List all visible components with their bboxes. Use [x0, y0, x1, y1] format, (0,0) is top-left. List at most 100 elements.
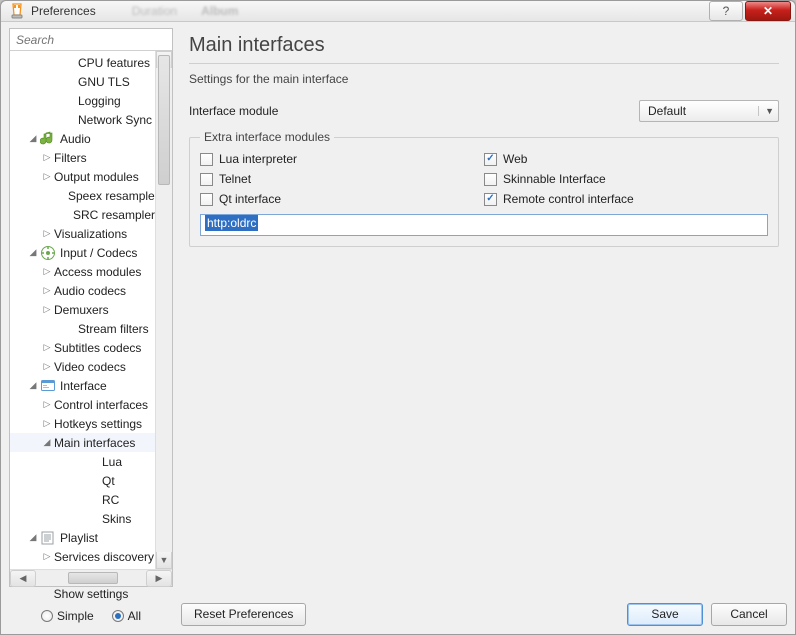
caret-right-icon: ▷	[42, 228, 52, 239]
caret-right-icon: ▷	[42, 399, 52, 410]
tree-item[interactable]: GNU TLS	[10, 72, 155, 91]
radio-all[interactable]: All	[112, 609, 141, 623]
tree-item-label: Main interfaces	[54, 436, 135, 450]
tree-item[interactable]: SRC resampler	[10, 205, 155, 224]
settings-tree[interactable]: CPU features GNU TLS Logging Network Sync ◢ A…	[10, 51, 155, 569]
tree-item[interactable]: ▷Services discovery	[10, 547, 155, 566]
checkbox-option[interactable]: Telnet	[200, 172, 484, 186]
tree-item-label: Stream filters	[78, 322, 149, 336]
close-button[interactable]: ✕	[745, 1, 791, 21]
interface-module-dropdown[interactable]: Default ▼	[639, 100, 779, 122]
tree-item[interactable]: Skins	[10, 509, 155, 528]
tree-item[interactable]: ▷Output modules	[10, 167, 155, 186]
dropdown-value: Default	[648, 104, 686, 118]
checkbox-label: Qt interface	[219, 192, 281, 206]
vertical-scrollbar[interactable]: ▲ ▼	[155, 51, 172, 569]
caret-right-icon: ▷	[42, 266, 52, 277]
tree-item[interactable]: ▷Visualizations	[10, 224, 155, 243]
reset-preferences-button[interactable]: Reset Preferences	[181, 603, 306, 626]
tree-item-label: Visualizations	[54, 227, 127, 241]
checkbox-option[interactable]: Web	[484, 152, 768, 166]
tree-item-label: Hotkeys settings	[54, 417, 142, 431]
tree-item[interactable]: ◢Interface	[10, 376, 155, 395]
extra-modules-input[interactable]: http:oldrc	[200, 214, 768, 236]
tree-item-label: Qt	[102, 474, 115, 488]
tree-item-label: Output modules	[54, 170, 139, 184]
tree-item[interactable]: Logging	[10, 91, 155, 110]
search-input[interactable]	[10, 29, 172, 51]
tree-item-label: Audio	[60, 132, 91, 146]
tree-item[interactable]: ▷Video codecs	[10, 357, 155, 376]
horizontal-scrollbar[interactable]: ◀ ▶	[10, 569, 172, 586]
checkbox-option[interactable]: Skinnable Interface	[484, 172, 768, 186]
scroll-right-icon[interactable]: ▶	[146, 570, 172, 587]
cancel-button[interactable]: Cancel	[711, 603, 787, 626]
bg-text: Duration	[132, 4, 177, 18]
scroll-down-icon[interactable]: ▼	[156, 552, 172, 569]
caret-right-icon: ▷	[42, 171, 52, 182]
tree-item[interactable]: Network Sync	[10, 110, 155, 129]
tree-item[interactable]: Qt	[10, 471, 155, 490]
tree-item-label: Logging	[78, 94, 121, 108]
tree-item[interactable]: Stream filters	[10, 319, 155, 338]
save-button[interactable]: Save	[627, 603, 703, 626]
tree-item[interactable]: ▷Subtitles codecs	[10, 338, 155, 357]
radio-icon	[41, 610, 53, 622]
caret-right-icon: ▷	[42, 152, 52, 163]
tree-item[interactable]: RC	[10, 490, 155, 509]
chevron-down-icon: ▼	[758, 106, 774, 116]
input-selected-text: http:oldrc	[205, 215, 258, 231]
tree-item[interactable]: ▷Demuxers	[10, 300, 155, 319]
tree-item[interactable]: ▷Filters	[10, 148, 155, 167]
tree-item[interactable]: Lua	[10, 452, 155, 471]
tree-item-label: RC	[102, 493, 119, 507]
radio-label: All	[128, 609, 141, 623]
tree-item-label: Audio codecs	[54, 284, 126, 298]
caret-down-icon: ◢	[42, 437, 52, 448]
help-button[interactable]: ?	[709, 1, 743, 21]
tree-item-label: Speex resampler	[68, 189, 155, 203]
tree-item-label: Access modules	[54, 265, 141, 279]
caret-right-icon: ▷	[42, 551, 52, 562]
scroll-left-icon[interactable]: ◀	[10, 570, 36, 587]
tree-item[interactable]: ◢Input / Codecs	[10, 243, 155, 262]
tree-item[interactable]: ◢Playlist	[10, 528, 155, 547]
tree-item[interactable]: ▷Audio codecs	[10, 281, 155, 300]
checkbox-option[interactable]: Lua interpreter	[200, 152, 484, 166]
radio-label: Simple	[57, 609, 94, 623]
tree-item[interactable]: ▷Access modules	[10, 262, 155, 281]
hscroll-thumb[interactable]	[68, 572, 118, 584]
caret-down-icon: ◢	[28, 133, 38, 144]
tree-item-label: Playlist	[60, 531, 98, 545]
tree-item-label: GNU TLS	[78, 75, 130, 89]
tree-item-label: Filters	[54, 151, 87, 165]
audio-icon	[40, 131, 56, 147]
tree-item-label: Video codecs	[54, 360, 126, 374]
tree-item[interactable]: CPU features	[10, 53, 155, 72]
app-icon	[9, 3, 25, 19]
checkbox-option[interactable]: Remote control interface	[484, 192, 768, 206]
divider	[189, 63, 779, 64]
tree-item[interactable]: ◢Main interfaces	[10, 433, 155, 452]
checkbox-checked-icon	[484, 193, 497, 206]
caret-right-icon: ▷	[42, 285, 52, 296]
tree-item[interactable]: ▷Hotkeys settings	[10, 414, 155, 433]
radio-icon	[112, 610, 124, 622]
checkbox-unchecked-icon	[200, 193, 213, 206]
checkbox-label: Skinnable Interface	[503, 172, 606, 186]
playlist-icon	[40, 530, 56, 546]
tree-item-label: Demuxers	[54, 303, 109, 317]
checkbox-label: Remote control interface	[503, 192, 634, 206]
sidebar: CPU features GNU TLS Logging Network Sync ◢ A…	[9, 28, 173, 587]
checkbox-label: Lua interpreter	[219, 152, 297, 166]
tree-item[interactable]: ◢ Audio	[10, 129, 155, 148]
tree-item[interactable]: ▷Control interfaces	[10, 395, 155, 414]
caret-right-icon: ▷	[42, 361, 52, 372]
checkbox-option[interactable]: Qt interface	[200, 192, 484, 206]
tree-item-label: SRC resampler	[73, 208, 155, 222]
scroll-thumb[interactable]	[158, 55, 170, 185]
tree-item[interactable]: Speex resampler	[10, 186, 155, 205]
radio-simple[interactable]: Simple	[41, 609, 94, 623]
tree-item-label: Input / Codecs	[60, 246, 137, 260]
window-title: Preferences	[31, 4, 96, 18]
